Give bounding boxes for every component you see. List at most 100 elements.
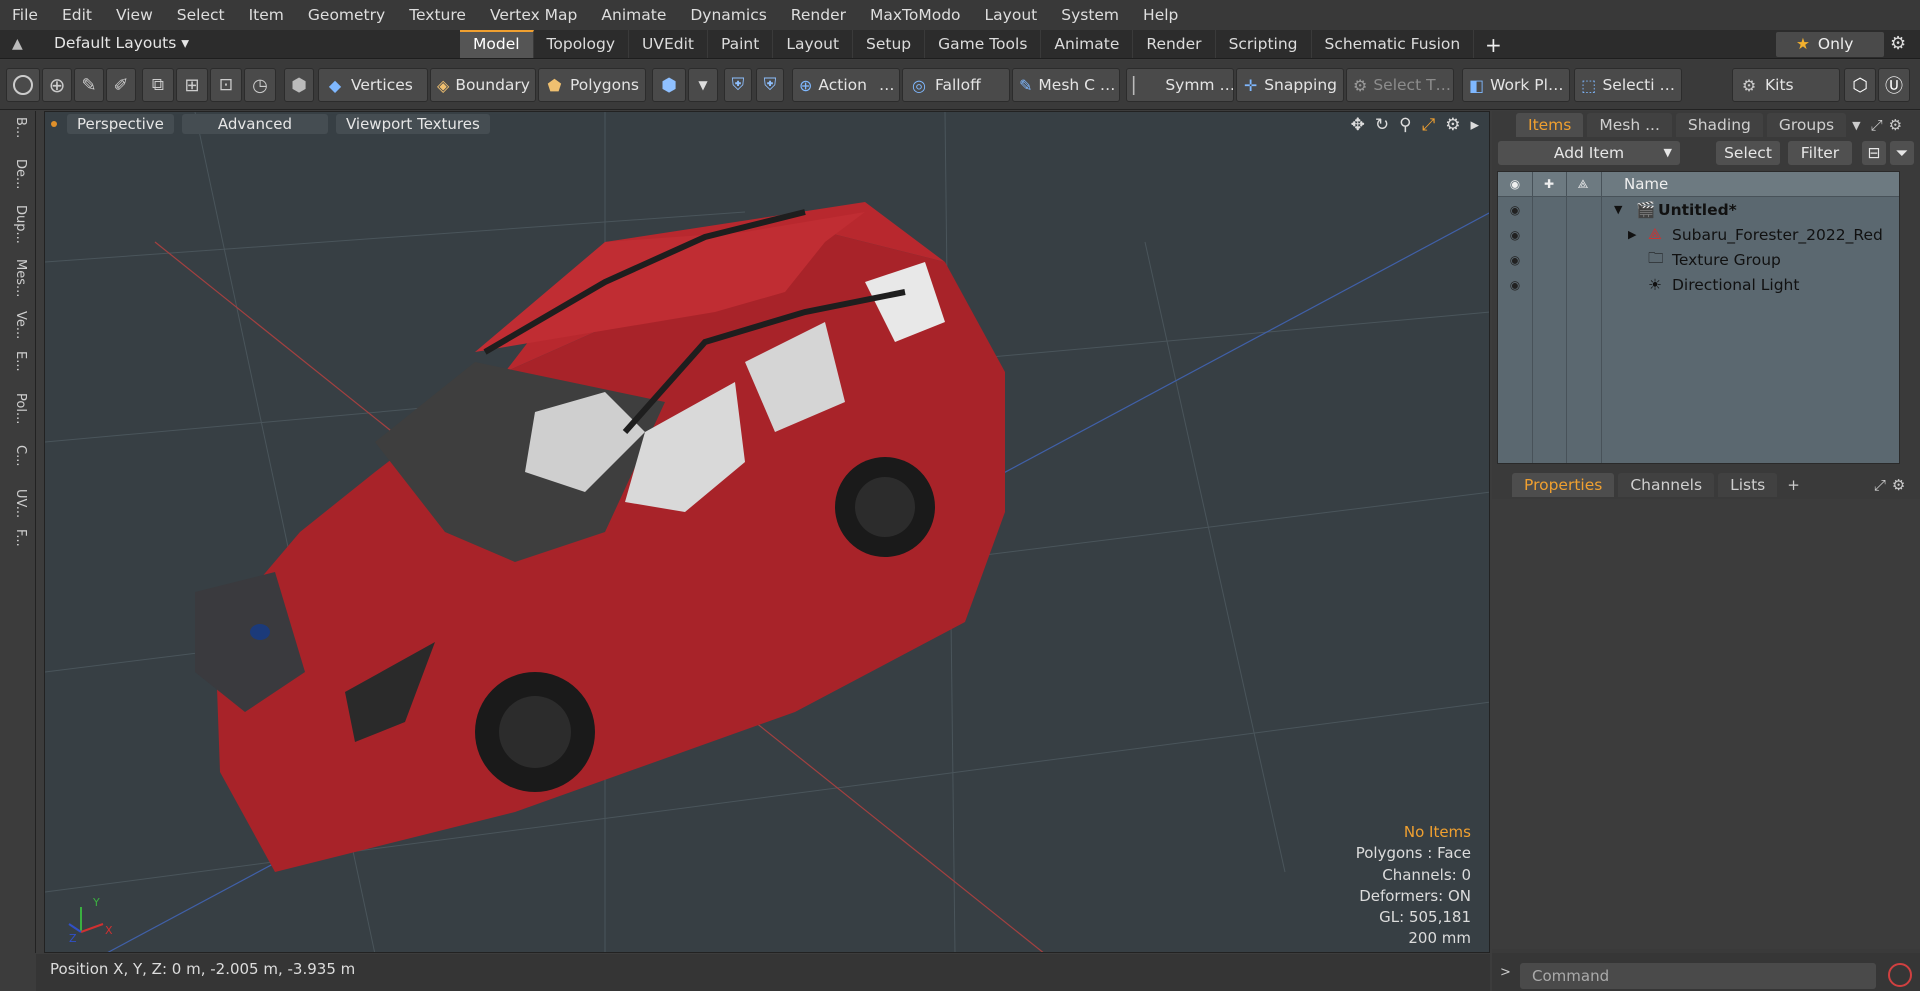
symmetry-button[interactable]: ▏ Symm … bbox=[1126, 68, 1234, 102]
zoom-icon[interactable]: ⚲ bbox=[1399, 115, 1411, 135]
tab-properties[interactable]: Properties bbox=[1512, 473, 1615, 497]
select-through-button[interactable]: ⚙ Select T… bbox=[1346, 68, 1454, 102]
view-type-button[interactable]: Perspective bbox=[67, 114, 174, 134]
tree-row-scene[interactable]: ◉ ▼ 🎬 Untitled* bbox=[1498, 197, 1899, 222]
command-input[interactable]: Command bbox=[1520, 963, 1876, 989]
menu-view[interactable]: View bbox=[104, 0, 165, 30]
menu-file[interactable]: File bbox=[0, 0, 50, 30]
tab-game-tools[interactable]: Game Tools bbox=[925, 30, 1042, 58]
selection-sets-button[interactable]: ⬚ Selecti … bbox=[1574, 68, 1682, 102]
kits-button[interactable]: ⚙ Kits bbox=[1732, 68, 1840, 102]
left-tab-edge[interactable]: E... bbox=[6, 351, 28, 391]
menu-render[interactable]: Render bbox=[779, 0, 858, 30]
select-circle-button[interactable] bbox=[6, 68, 40, 102]
add-panel-tab-button[interactable]: + bbox=[1787, 476, 1800, 494]
3d-viewport[interactable]: Y X Z Perspective Advanced Viewport Text… bbox=[44, 111, 1490, 953]
tab-schematic-fusion[interactable]: Schematic Fusion bbox=[1312, 30, 1475, 58]
work-plane-button[interactable]: ◧ Work Pl… bbox=[1462, 68, 1570, 102]
mesh-constraint-button[interactable]: ✎ Mesh C … bbox=[1012, 68, 1120, 102]
tab-topology[interactable]: Topology bbox=[534, 30, 629, 58]
funnel-button[interactable]: ⏷ bbox=[1890, 141, 1914, 165]
menu-dynamics[interactable]: Dynamics bbox=[678, 0, 778, 30]
tab-shading[interactable]: Shading bbox=[1675, 113, 1763, 137]
falloff-button[interactable]: ◎ Falloff bbox=[902, 68, 1010, 102]
expand-arrow-icon[interactable]: ▸ bbox=[1470, 115, 1479, 135]
left-tab-deform[interactable]: De... bbox=[6, 159, 28, 199]
left-tab-basic[interactable]: B... bbox=[6, 117, 28, 157]
left-tab-uv[interactable]: UV... bbox=[6, 489, 28, 529]
boundary-button[interactable]: ◈ Boundary bbox=[430, 68, 536, 102]
eye-icon[interactable]: ◉ bbox=[1498, 203, 1532, 217]
unreal-button[interactable]: Ⓤ bbox=[1878, 68, 1910, 102]
tab-model[interactable]: Model bbox=[460, 30, 534, 58]
menu-item[interactable]: Item bbox=[237, 0, 296, 30]
tab-layout[interactable]: Layout bbox=[773, 30, 854, 58]
tree-row-texture-group[interactable]: ◉ 🗀 Texture Group bbox=[1498, 247, 1899, 272]
tab-scripting[interactable]: Scripting bbox=[1216, 30, 1312, 58]
menu-maxtomodo[interactable]: MaxToModo bbox=[858, 0, 973, 30]
add-tab-button[interactable]: + bbox=[1485, 33, 1502, 57]
tab-channels[interactable]: Channels bbox=[1618, 473, 1715, 497]
panel-dropdown-icon[interactable]: ▼ bbox=[1852, 119, 1860, 132]
props-gear-icon[interactable]: ⚙ bbox=[1892, 476, 1905, 494]
menu-vertex-map[interactable]: Vertex Map bbox=[478, 0, 589, 30]
command-history-icon[interactable]: > bbox=[1500, 965, 1511, 980]
layout-selector[interactable]: Default Layouts ▾ bbox=[54, 34, 189, 52]
unity-button[interactable]: ⬡ bbox=[1844, 68, 1876, 102]
menu-geometry[interactable]: Geometry bbox=[296, 0, 397, 30]
orbit-icon[interactable]: ↻ bbox=[1375, 115, 1389, 135]
left-tab-curve[interactable]: C... bbox=[6, 445, 28, 485]
tab-render[interactable]: Render bbox=[1133, 30, 1216, 58]
only-toggle[interactable]: ★ Only bbox=[1776, 32, 1884, 57]
viewport-textures-button[interactable]: Viewport Textures bbox=[335, 114, 490, 134]
eye-icon[interactable]: ◉ bbox=[1498, 253, 1532, 267]
left-tab-duplicate[interactable]: Dup... bbox=[6, 205, 28, 245]
name-column-header[interactable]: Name bbox=[1624, 175, 1668, 193]
maximize-icon[interactable]: ⤢ bbox=[1422, 115, 1436, 135]
material-button[interactable]: ⬢ bbox=[652, 68, 686, 102]
panel-gear-icon[interactable]: ⚙ bbox=[1889, 116, 1902, 134]
menu-edit[interactable]: Edit bbox=[50, 0, 104, 30]
viewport-menu-dot[interactable] bbox=[51, 121, 57, 127]
menu-select[interactable]: Select bbox=[165, 0, 237, 30]
tab-paint[interactable]: Paint bbox=[708, 30, 774, 58]
material-dropdown[interactable]: ▼ bbox=[688, 68, 718, 102]
menu-layout[interactable]: Layout bbox=[973, 0, 1050, 30]
props-expand-icon[interactable]: ⤢ bbox=[1874, 476, 1886, 494]
add-item-button[interactable]: Add Item ▼ bbox=[1498, 141, 1680, 165]
left-tab-vertex[interactable]: Ve... bbox=[6, 311, 28, 351]
tree-row-mesh[interactable]: ◉ ▶ ⟁ Subaru_Forester_2022_Red bbox=[1498, 222, 1899, 247]
brush-button[interactable]: ✐ bbox=[106, 68, 136, 102]
globe-button[interactable]: ⊕ bbox=[42, 68, 72, 102]
polygons-button[interactable]: ⬟ Polygons bbox=[538, 68, 646, 102]
tab-setup[interactable]: Setup bbox=[853, 30, 926, 58]
tab-animate[interactable]: Animate bbox=[1041, 30, 1134, 58]
collapse-arrow-icon[interactable]: ▼ bbox=[1614, 203, 1622, 216]
shading-mode-button[interactable]: Advanced bbox=[181, 114, 328, 134]
tab-items[interactable]: Items bbox=[1516, 113, 1584, 137]
tree-row-directional-light[interactable]: ◉ ☀ Directional Light bbox=[1498, 272, 1899, 297]
panel-expand-icon[interactable]: ⤢ bbox=[1871, 116, 1883, 134]
filter-button[interactable]: Filter bbox=[1788, 141, 1852, 165]
eye-icon[interactable]: ◉ bbox=[1498, 228, 1532, 242]
eye-icon[interactable]: ◉ bbox=[1498, 278, 1532, 292]
menu-help[interactable]: Help bbox=[1131, 0, 1190, 30]
snapping-button[interactable]: ✛ Snapping bbox=[1236, 68, 1344, 102]
pen-button[interactable]: ✎ bbox=[74, 68, 104, 102]
pan-icon[interactable]: ✥ bbox=[1351, 115, 1365, 135]
tab-mesh[interactable]: Mesh ... bbox=[1587, 113, 1672, 137]
action-center-button[interactable]: ⊕ Action… bbox=[792, 68, 900, 102]
menu-system[interactable]: System bbox=[1049, 0, 1131, 30]
tab-lists[interactable]: Lists bbox=[1718, 473, 1778, 497]
record-icon[interactable] bbox=[1888, 963, 1912, 987]
menu-animate[interactable]: Animate bbox=[589, 0, 678, 30]
select-button[interactable]: Select bbox=[1716, 141, 1780, 165]
left-tab-mesh[interactable]: Mes... bbox=[6, 259, 28, 299]
rotate-button[interactable]: ◷ bbox=[244, 68, 276, 102]
gear-icon[interactable]: ⚙ bbox=[1890, 33, 1906, 54]
shield-alt-button[interactable]: ⛨ bbox=[756, 68, 784, 102]
menu-texture[interactable]: Texture bbox=[397, 0, 478, 30]
scale-button[interactable]: ⊡ bbox=[210, 68, 242, 102]
tab-uvedit[interactable]: UVEdit bbox=[629, 30, 708, 58]
collapse-all-button[interactable]: ⊟ bbox=[1862, 141, 1886, 165]
